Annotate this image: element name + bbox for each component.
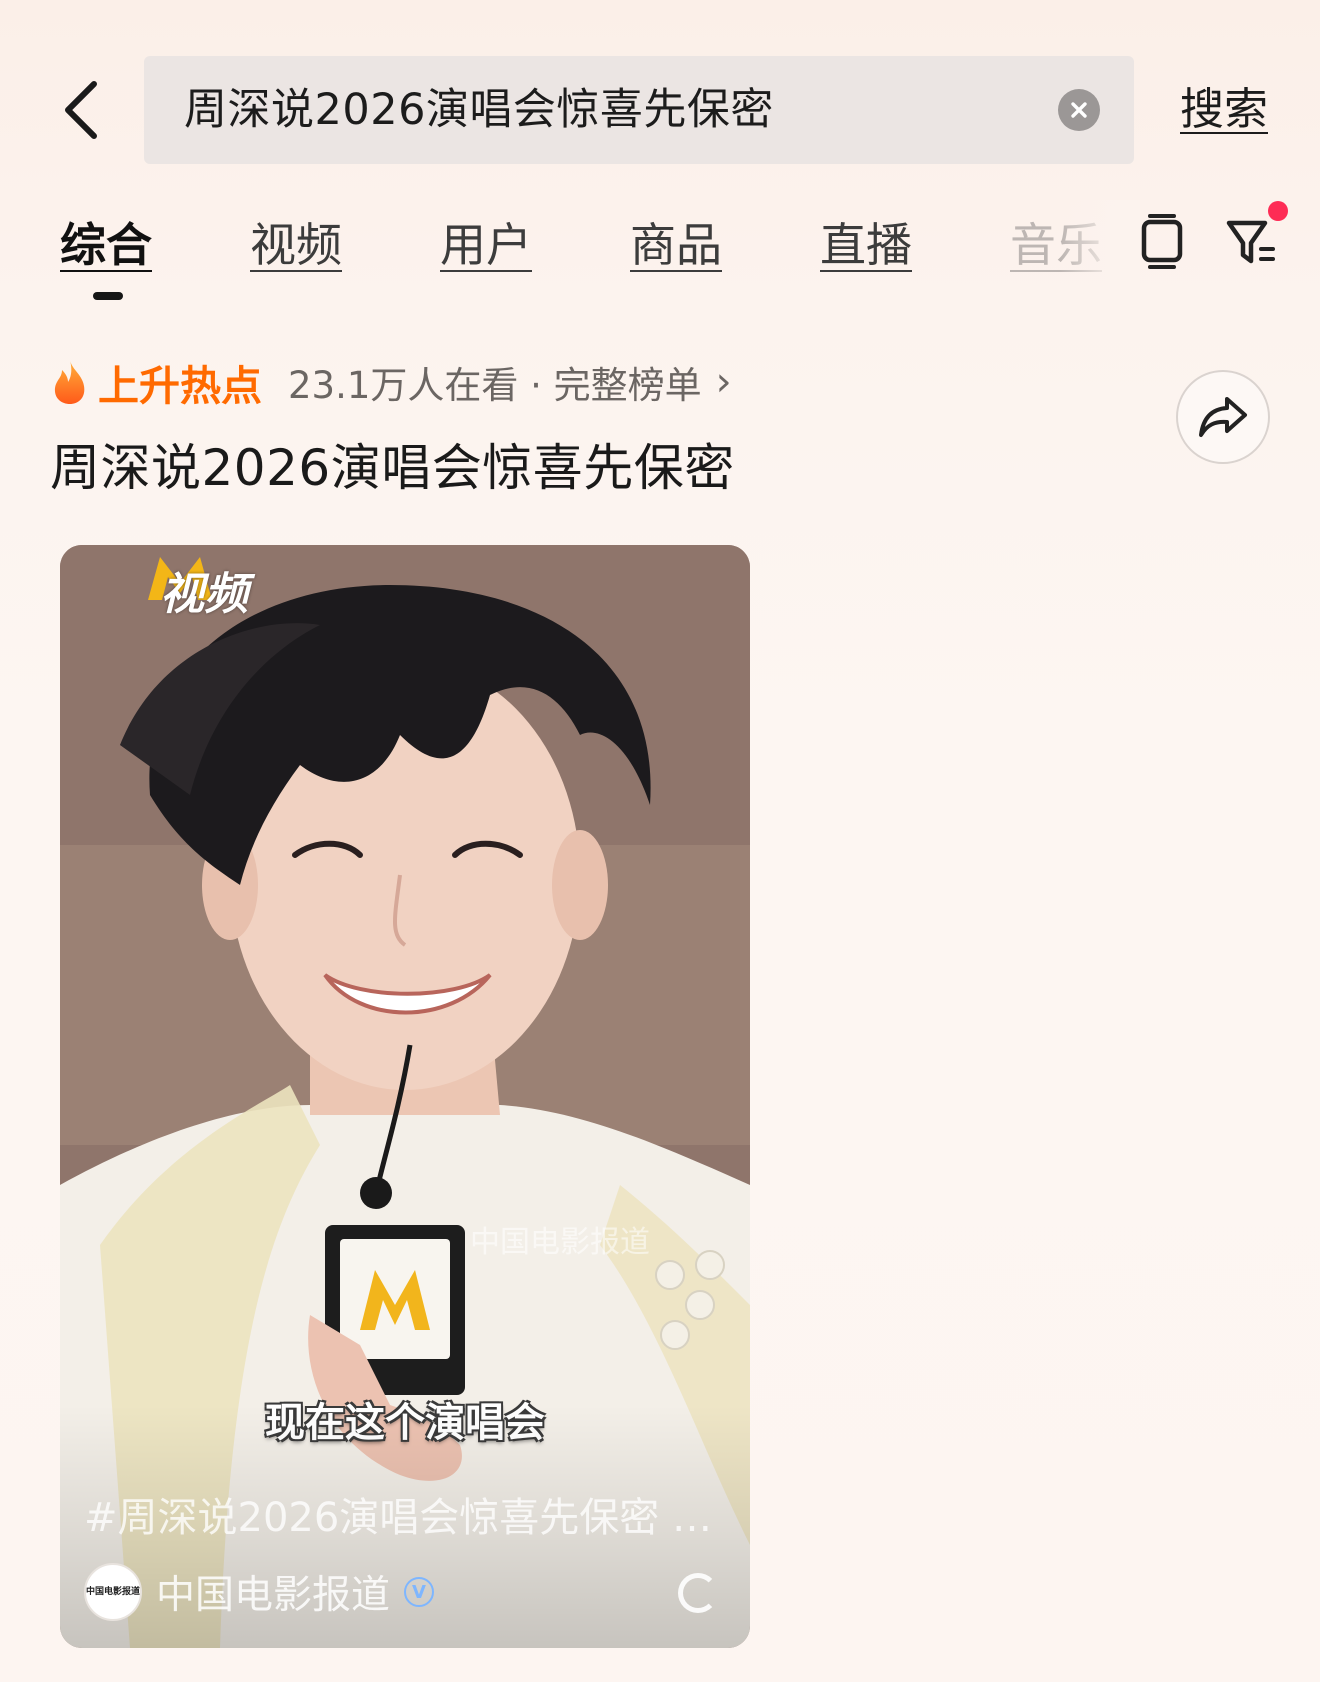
- tab-comprehensive[interactable]: 综合: [60, 210, 152, 280]
- search-bar[interactable]: 周深说2026演唱会惊喜先保密: [144, 56, 1134, 164]
- chevron-right-icon: ›: [715, 359, 732, 405]
- tab-video[interactable]: 视频: [250, 210, 342, 280]
- search-input[interactable]: 周深说2026演唱会惊喜先保密: [184, 56, 774, 164]
- share-icon: [1199, 397, 1247, 437]
- author-avatar[interactable]: 中国电影报道: [84, 1563, 142, 1621]
- clear-icon: [1071, 102, 1087, 118]
- back-button[interactable]: [48, 70, 112, 150]
- hot-topic-meta[interactable]: 23.1万人在看 · 完整榜单: [288, 355, 702, 409]
- clear-search-button[interactable]: [1058, 89, 1100, 131]
- tab-live[interactable]: 直播: [820, 210, 912, 280]
- author-name: 中国电影报道: [156, 1573, 391, 1618]
- video-hashtag: #周深说2026演唱会惊喜先保密 #...: [84, 1495, 734, 1541]
- watermark-brand-text: 视频: [160, 569, 248, 620]
- tab-music[interactable]: 音乐: [1010, 210, 1102, 280]
- video-result-card[interactable]: 视频 中国电影报道 现在这个演唱会 #周深说2026演唱会惊喜先保密 #... …: [60, 545, 750, 1648]
- share-button[interactable]: [1176, 370, 1270, 464]
- search-button[interactable]: 搜索: [1180, 78, 1268, 142]
- hot-topic-row[interactable]: 上升热点 23.1万人在看 · 完整榜单 ›: [50, 352, 732, 412]
- filter-button[interactable]: [1224, 214, 1278, 270]
- author-avatar-text: 中国电影报道: [86, 1587, 141, 1597]
- hot-topic-title: 周深说2026演唱会惊喜先保密: [50, 439, 735, 497]
- source-watermark: 中国电影报道: [470, 1225, 650, 1260]
- flame-icon: [54, 360, 85, 404]
- notification-dot: [1268, 201, 1288, 221]
- verified-icon: V: [404, 1577, 435, 1607]
- tab-products[interactable]: 商品: [630, 210, 722, 280]
- hot-topic-badge: 上升热点: [98, 362, 262, 410]
- back-arrow-icon: [65, 81, 97, 139]
- active-tab-indicator: [93, 292, 123, 300]
- filter-icon: [1226, 220, 1275, 264]
- tab-users[interactable]: 用户: [440, 210, 532, 280]
- video-brand-watermark: 视频: [150, 545, 248, 635]
- tablet-icon: [1141, 214, 1183, 269]
- loading-icon: [678, 1573, 718, 1613]
- layout-toggle-button[interactable]: [1136, 212, 1188, 272]
- video-author[interactable]: 中国电影报道 中国电影报道 V: [84, 1560, 435, 1624]
